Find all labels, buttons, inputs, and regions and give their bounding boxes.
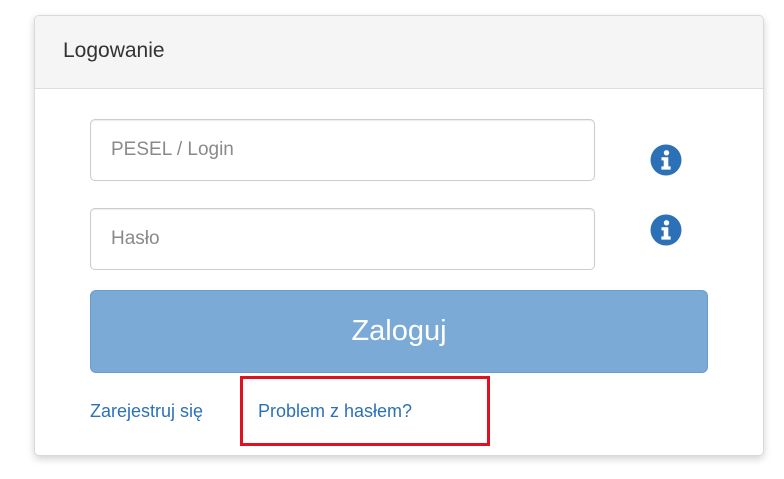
register-link[interactable]: Zarejestruj się <box>90 401 203 422</box>
password-input[interactable] <box>90 208 595 270</box>
login-button[interactable]: Zaloguj <box>90 290 708 373</box>
panel-title: Logowanie <box>63 39 165 62</box>
login-panel: Logowanie Zaloguj Zarejestruj się Proble… <box>34 15 764 456</box>
login-input[interactable] <box>90 119 595 181</box>
password-problem-link[interactable]: Problem z hasłem? <box>258 401 412 422</box>
password-info-icon[interactable] <box>650 214 682 246</box>
panel-heading: Logowanie <box>35 16 763 89</box>
login-info-icon[interactable] <box>650 144 682 176</box>
